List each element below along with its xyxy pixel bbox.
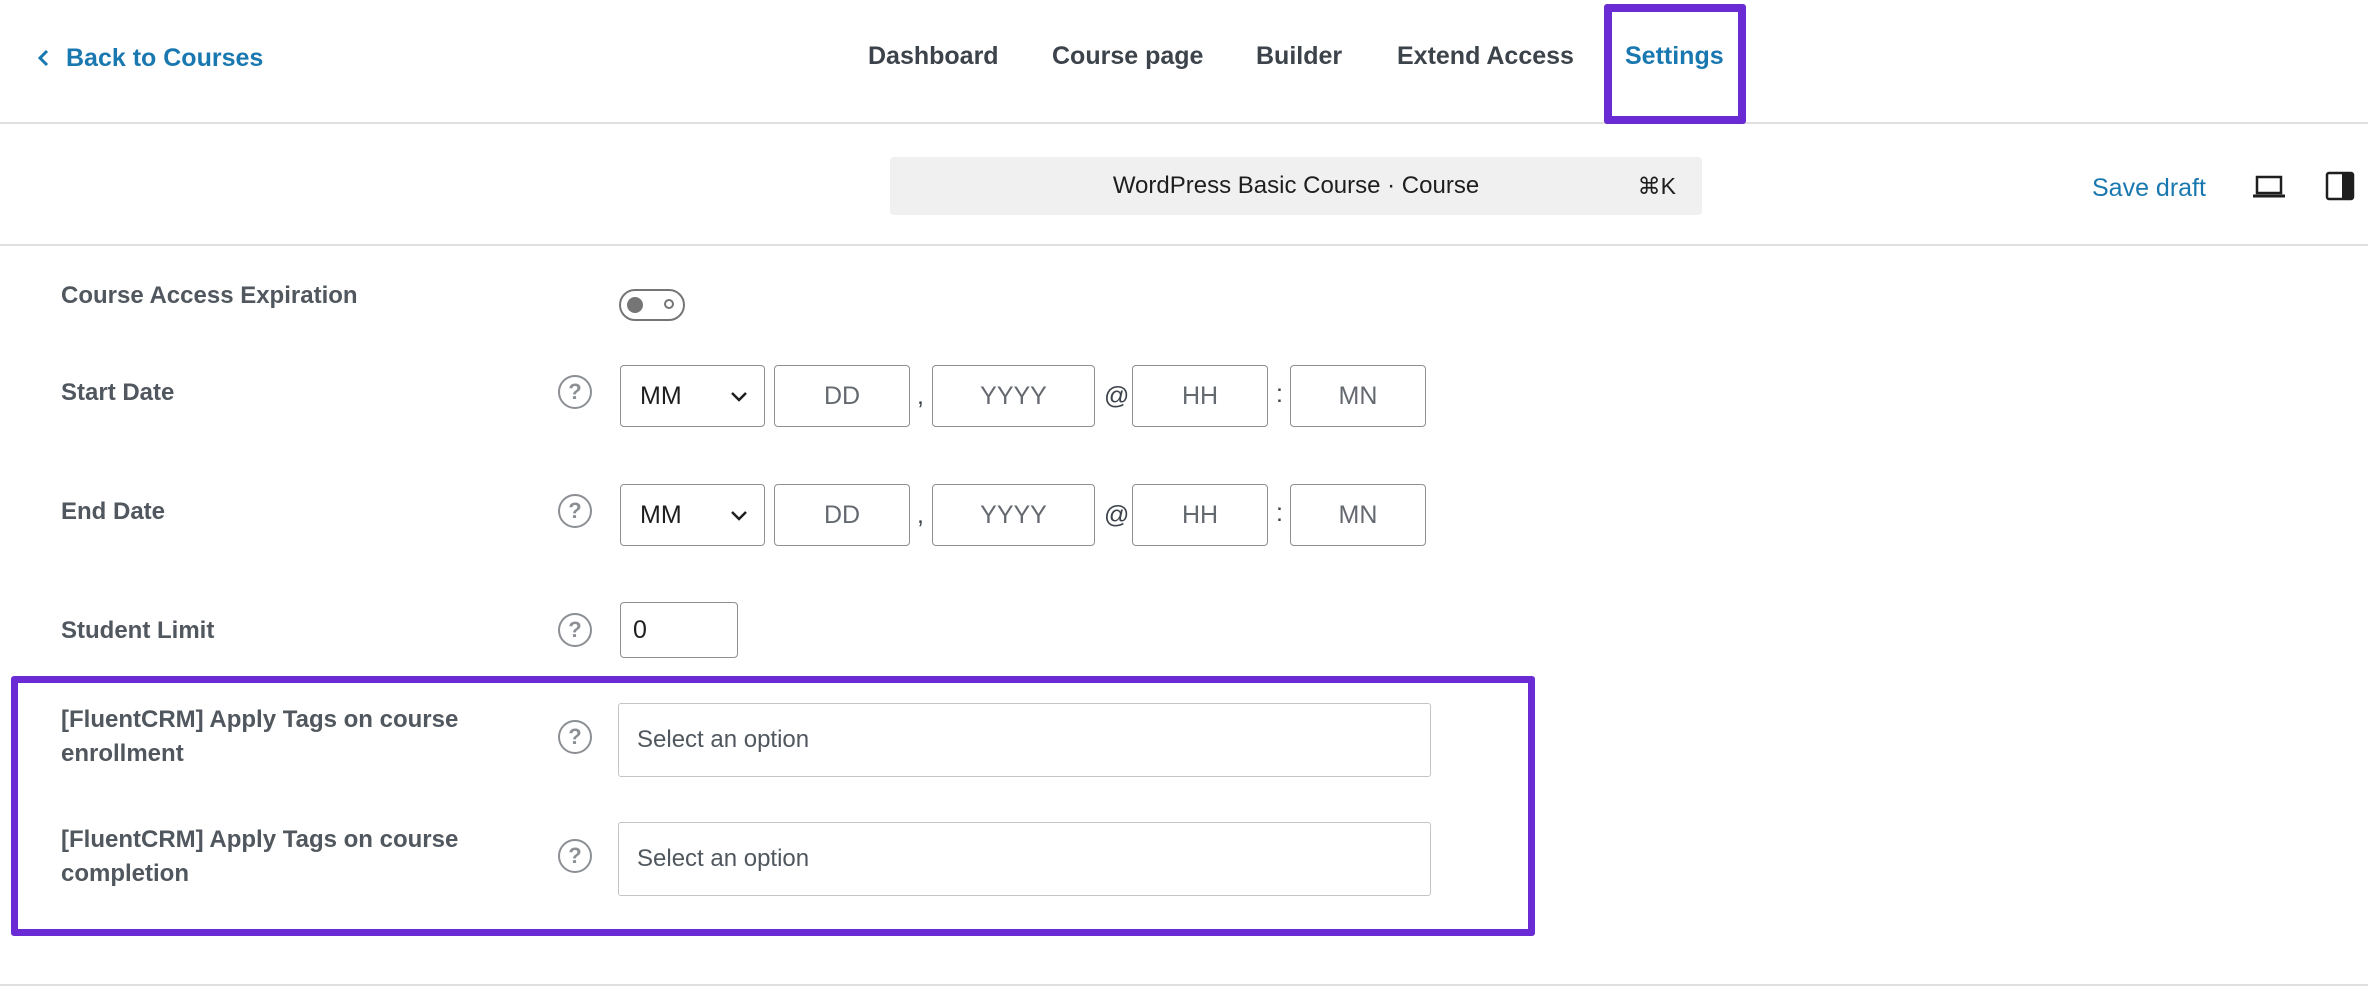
fluentcrm-enrollment-label-line2: enrollment <box>61 740 184 767</box>
save-draft-button[interactable]: Save draft <box>2092 174 2206 203</box>
fluentcrm-completion-label: [FluentCRM] Apply Tags on course complet… <box>61 823 458 891</box>
command-palette-text: WordPress Basic Course · Course <box>1112 172 1480 199</box>
back-to-courses-label: Back to Courses <box>66 43 264 72</box>
fluentcrm-enrollment-tags-select[interactable]: Select an option <box>618 703 1431 777</box>
end-date-minute-input[interactable]: MN <box>1290 484 1426 546</box>
back-to-courses-link[interactable]: Back to Courses <box>36 40 263 76</box>
tab-course-page[interactable]: Course page <box>1052 0 1203 112</box>
end-month-value: MM <box>640 500 682 529</box>
top-navigation: Back to Courses Dashboard Course page Bu… <box>0 0 2368 124</box>
start-month-value: MM <box>640 381 682 410</box>
end-date-day-input[interactable]: DD <box>774 484 910 546</box>
tab-settings[interactable]: Settings <box>1625 0 1724 112</box>
fluentcrm-completion-label-line1: [FluentCRM] Apply Tags on course <box>61 826 459 853</box>
date-comma-separator: , <box>917 501 924 529</box>
fluentcrm-completion-label-line2: completion <box>61 860 190 887</box>
course-access-expiration-toggle[interactable] <box>619 289 685 321</box>
date-at-separator: @ <box>1104 501 1130 529</box>
tab-builder[interactable]: Builder <box>1256 0 1342 112</box>
time-colon-separator: : <box>1276 380 1283 408</box>
date-comma-separator: , <box>917 382 924 410</box>
start-date-day-input[interactable]: DD <box>774 365 910 427</box>
end-date-hour-input[interactable]: HH <box>1132 484 1268 546</box>
end-date-label: End Date <box>61 498 166 525</box>
desktop-preview-icon[interactable] <box>2252 172 2286 202</box>
editor-toolbar: WordPress Basic Course · Course ⌘K Save … <box>0 124 2368 246</box>
chevron-left-icon <box>36 46 52 70</box>
end-date-month-select[interactable]: MM <box>620 484 765 546</box>
tab-extend-access[interactable]: Extend Access <box>1397 0 1574 112</box>
sidebar-toggle-icon[interactable] <box>2325 170 2355 202</box>
date-at-separator: @ <box>1104 382 1130 410</box>
student-limit-help-icon[interactable]: ? <box>558 613 592 647</box>
chevron-down-icon <box>728 385 750 407</box>
course-access-expiration-label: Course Access Expiration <box>61 282 358 309</box>
command-shortcut-hint: ⌘K <box>1637 172 1676 199</box>
fluentcrm-enrollment-label-line1: [FluentCRM] Apply Tags on course <box>61 706 459 733</box>
tab-dashboard[interactable]: Dashboard <box>868 0 999 112</box>
toggle-off-indicator <box>664 299 674 309</box>
start-date-year-input[interactable]: YYYY <box>932 365 1095 427</box>
fluentcrm-enrollment-placeholder: Select an option <box>637 726 810 753</box>
chevron-down-icon <box>728 504 750 526</box>
start-date-minute-input[interactable]: MN <box>1290 365 1426 427</box>
fluentcrm-enrollment-help-icon[interactable]: ? <box>558 720 592 754</box>
command-palette-button[interactable]: WordPress Basic Course · Course ⌘K <box>890 157 1702 215</box>
time-colon-separator: : <box>1276 499 1283 527</box>
fluentcrm-enrollment-label: [FluentCRM] Apply Tags on course enrollm… <box>61 703 458 771</box>
fluentcrm-completion-tags-select[interactable]: Select an option <box>618 822 1431 896</box>
start-date-help-icon[interactable]: ? <box>558 375 592 409</box>
fluentcrm-completion-help-icon[interactable]: ? <box>558 839 592 873</box>
start-date-month-select[interactable]: MM <box>620 365 765 427</box>
toggle-knob <box>627 297 643 313</box>
fluentcrm-completion-placeholder: Select an option <box>637 845 810 872</box>
start-date-label: Start Date <box>61 379 175 406</box>
start-date-hour-input[interactable]: HH <box>1132 365 1268 427</box>
student-limit-label: Student Limit <box>61 617 215 644</box>
end-date-year-input[interactable]: YYYY <box>932 484 1095 546</box>
student-limit-input[interactable]: 0 <box>620 602 738 658</box>
end-date-help-icon[interactable]: ? <box>558 494 592 528</box>
section-divider <box>0 984 2368 986</box>
